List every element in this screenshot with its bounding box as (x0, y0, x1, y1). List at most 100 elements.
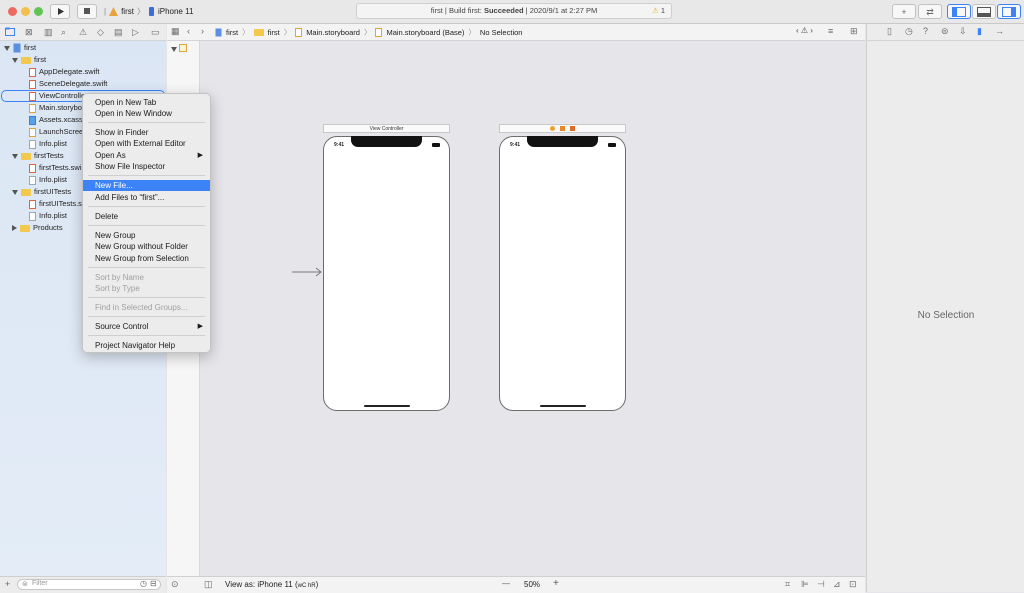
attributes-inspector-icon[interactable]: ⇩ (959, 26, 967, 36)
toggle-debug-area-button[interactable] (972, 4, 996, 19)
breadcrumb-item[interactable]: No Selection (480, 28, 523, 37)
menu-item-source-control[interactable]: Source Control ▶ (83, 321, 210, 332)
zoom-window-button[interactable] (34, 7, 43, 16)
tree-row-file-selected[interactable]: ViewControlle (29, 90, 85, 102)
menu-item-new-file[interactable]: New File... (83, 180, 210, 191)
filter-field[interactable]: ⊜ Filter ◷ ⊟ (17, 579, 161, 590)
related-items-icon[interactable]: ▦ (171, 26, 180, 36)
first-responder-icon[interactable] (560, 126, 565, 131)
tree-row-file[interactable]: SceneDelegate.swift (29, 78, 107, 90)
menu-item-show-in-finder[interactable]: Show in Finder (83, 127, 210, 138)
identity-inspector-icon[interactable]: ⊜ (941, 26, 949, 36)
symbol-icon[interactable]: ▥ (44, 27, 53, 37)
recent-files-icon[interactable]: ◷ (140, 579, 147, 588)
zoom-out-button[interactable]: — (502, 579, 510, 588)
connections-inspector-icon[interactable]: → (995, 26, 1004, 36)
folder-icon[interactable] (5, 27, 15, 36)
breadcrumb-item[interactable]: Main.storyboard (306, 28, 360, 37)
tree-row-file[interactable]: Main.storybo (29, 102, 82, 114)
issue-navigation-icon[interactable]: ‹ ⚠ › (796, 26, 813, 35)
tree-row-file[interactable]: LaunchScree (29, 126, 83, 138)
breadcrumb-item[interactable]: first (226, 28, 238, 37)
code-review-button[interactable]: ⇄ (918, 4, 942, 19)
toggle-inspector-button[interactable] (997, 4, 1021, 19)
entry-point-arrow-icon[interactable] (292, 267, 324, 277)
menu-item-open-new-tab[interactable]: Open in New Tab (83, 97, 210, 108)
tree-row-file[interactable]: Info.plist (29, 210, 67, 222)
issue-icon[interactable]: ⚠ (79, 27, 87, 37)
menu-item-new-group[interactable]: New Group (83, 230, 210, 241)
zoom-in-button[interactable]: + (553, 578, 559, 589)
run-button[interactable] (50, 4, 70, 19)
hide-outline-icon[interactable]: ⊙ (171, 579, 179, 589)
history-inspector-icon[interactable]: ◷ (905, 26, 913, 36)
tree-row-file[interactable]: Assets.xcass (29, 114, 83, 126)
menu-item-open-external-editor[interactable]: Open with External Editor (83, 138, 210, 149)
source-control-icon[interactable]: ⊠ (25, 27, 33, 37)
tree-row-file[interactable]: firstTests.swi (29, 162, 82, 174)
breadcrumb-item[interactable]: Main.storyboard (Base) (386, 28, 464, 37)
breadcrumb-item[interactable]: first (268, 28, 280, 37)
warning-indicator[interactable]: ⚠ 1 (652, 4, 665, 18)
scene-icon[interactable] (179, 44, 187, 52)
back-icon[interactable]: ‹ (187, 26, 190, 36)
add-icon[interactable]: + (5, 579, 10, 589)
tree-row-group[interactable]: Products (12, 222, 63, 234)
scm-filter-icon[interactable]: ⊟ (150, 579, 157, 588)
second-scene[interactable]: 9:41 (499, 136, 626, 411)
tree-row-file[interactable]: firstUITests.s (29, 198, 82, 210)
menu-item-show-file-inspector[interactable]: Show File Inspector (83, 161, 210, 172)
debug-icon[interactable]: ▤ (114, 27, 123, 37)
tree-row-file[interactable]: Info.plist (29, 138, 67, 150)
file-inspector-icon[interactable]: ▯ (887, 26, 892, 36)
toggle-navigator-button[interactable] (947, 4, 971, 19)
add-constraints-icon[interactable]: ⊣ (817, 579, 825, 589)
tree-row-file[interactable]: Info.plist (29, 174, 67, 186)
tree-row-project[interactable]: first (4, 42, 36, 54)
disclosure-triangle-icon[interactable] (12, 225, 17, 231)
close-window-button[interactable] (8, 7, 17, 16)
menu-item-open-as[interactable]: Open As ▶ (83, 150, 210, 161)
disclosure-triangle-icon[interactable] (12, 57, 18, 63)
menu-item-new-group-without-folder[interactable]: New Group without Folder (83, 241, 210, 252)
disclosure-triangle-icon[interactable] (12, 189, 18, 195)
breakpoint-icon[interactable]: ▷ (132, 27, 139, 37)
disclosure-triangle-icon[interactable] (4, 45, 10, 51)
disclosure-triangle-icon[interactable] (12, 153, 18, 159)
adjust-editor-icon[interactable]: ≡ (828, 26, 833, 36)
resolve-issues-icon[interactable]: ⊿ (833, 579, 841, 589)
size-inspector-icon[interactable]: ▮ (977, 26, 982, 36)
embed-in-icon[interactable]: ⊡ (849, 579, 857, 589)
menu-item-open-new-window[interactable]: Open in New Window (83, 108, 210, 119)
add-editor-icon[interactable]: ⊞ (850, 26, 858, 36)
update-frames-icon[interactable]: ⌗ (785, 579, 790, 589)
test-icon[interactable]: ◇ (97, 27, 104, 37)
tree-row-file[interactable]: AppDelegate.swift (29, 66, 99, 78)
tree-row-group[interactable]: firstUITests (12, 186, 71, 198)
align-icon[interactable]: ⊫ (801, 579, 809, 589)
scene-title-bar[interactable]: View Controller (323, 124, 450, 133)
disclosure-triangle-icon[interactable] (171, 45, 177, 54)
exit-icon[interactable] (570, 126, 576, 131)
sidebar-toggle-icon[interactable]: ◫ (204, 579, 213, 589)
menu-label: New Group from Selection (95, 254, 189, 263)
view-as-button[interactable]: View as: iPhone 11 (wC hR) (225, 580, 318, 589)
menu-item-add-files[interactable]: Add Files to “first”... (83, 192, 210, 203)
menu-item-new-group-from-selection[interactable]: New Group from Selection (83, 253, 210, 264)
tree-row-group[interactable]: firstTests (12, 150, 64, 162)
menu-item-delete[interactable]: Delete (83, 211, 210, 222)
stop-button[interactable] (77, 4, 97, 19)
help-inspector-icon[interactable]: ? (923, 26, 928, 36)
minimize-window-button[interactable] (21, 7, 30, 16)
find-icon[interactable]: ⌕ (61, 27, 66, 37)
forward-icon[interactable]: › (201, 26, 204, 36)
report-icon[interactable]: ▭ (151, 27, 160, 37)
view-controller-icon[interactable] (549, 126, 555, 131)
storyboard-canvas[interactable]: View Controller 9:41 9:41 (200, 41, 865, 576)
view-controller-scene[interactable]: 9:41 (323, 136, 450, 411)
library-button[interactable]: + (892, 4, 916, 19)
menu-item-navigator-help[interactable]: Project Navigator Help (83, 340, 210, 351)
tree-row-group[interactable]: first (12, 54, 46, 66)
scene-dock-bar[interactable] (499, 124, 626, 133)
scheme-selector[interactable]: | first 〉 iPhone 11 (104, 4, 204, 19)
